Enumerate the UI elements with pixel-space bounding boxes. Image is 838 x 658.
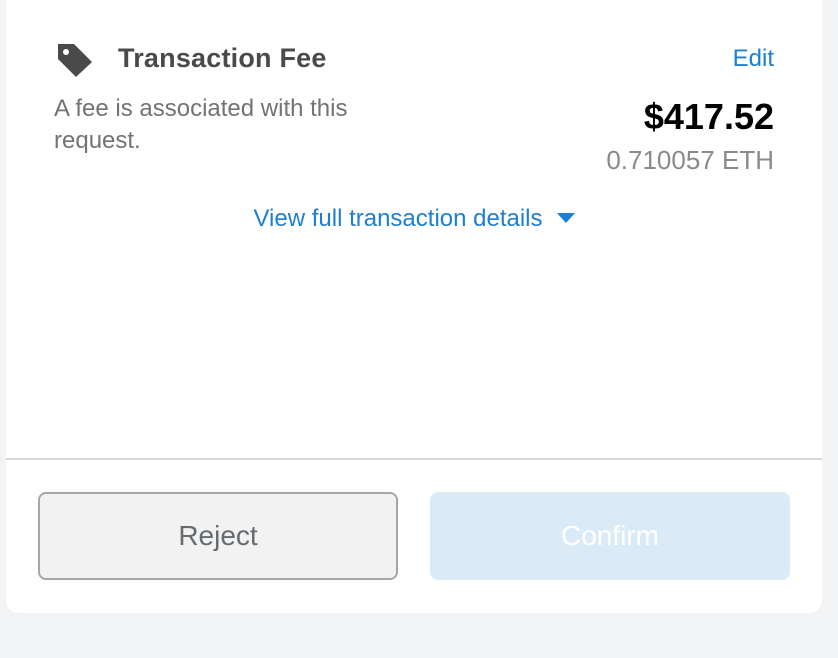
transaction-fee-title: Transaction Fee [118, 43, 327, 73]
view-full-details-label: View full transaction details [253, 205, 543, 232]
footer-divider [6, 458, 822, 460]
fee-description: A fee is associated with this request. [54, 95, 348, 154]
reject-button[interactable]: Reject [38, 492, 398, 580]
confirm-button[interactable]: Confirm [430, 492, 790, 580]
tag-icon [58, 44, 92, 77]
edit-fee-link[interactable]: Edit [733, 45, 774, 73]
reject-button-label: Reject [178, 520, 258, 551]
view-full-details-link[interactable]: View full transaction details [6, 205, 822, 233]
confirm-transaction-card: Transaction Fee Edit A fee is associated… [6, 0, 822, 613]
caret-down-icon [556, 212, 575, 223]
fee-amount-eth: 0.710057 ETH [606, 145, 774, 175]
fee-amount-usd: $417.52 [643, 96, 774, 137]
confirm-button-label: Confirm [560, 520, 659, 551]
